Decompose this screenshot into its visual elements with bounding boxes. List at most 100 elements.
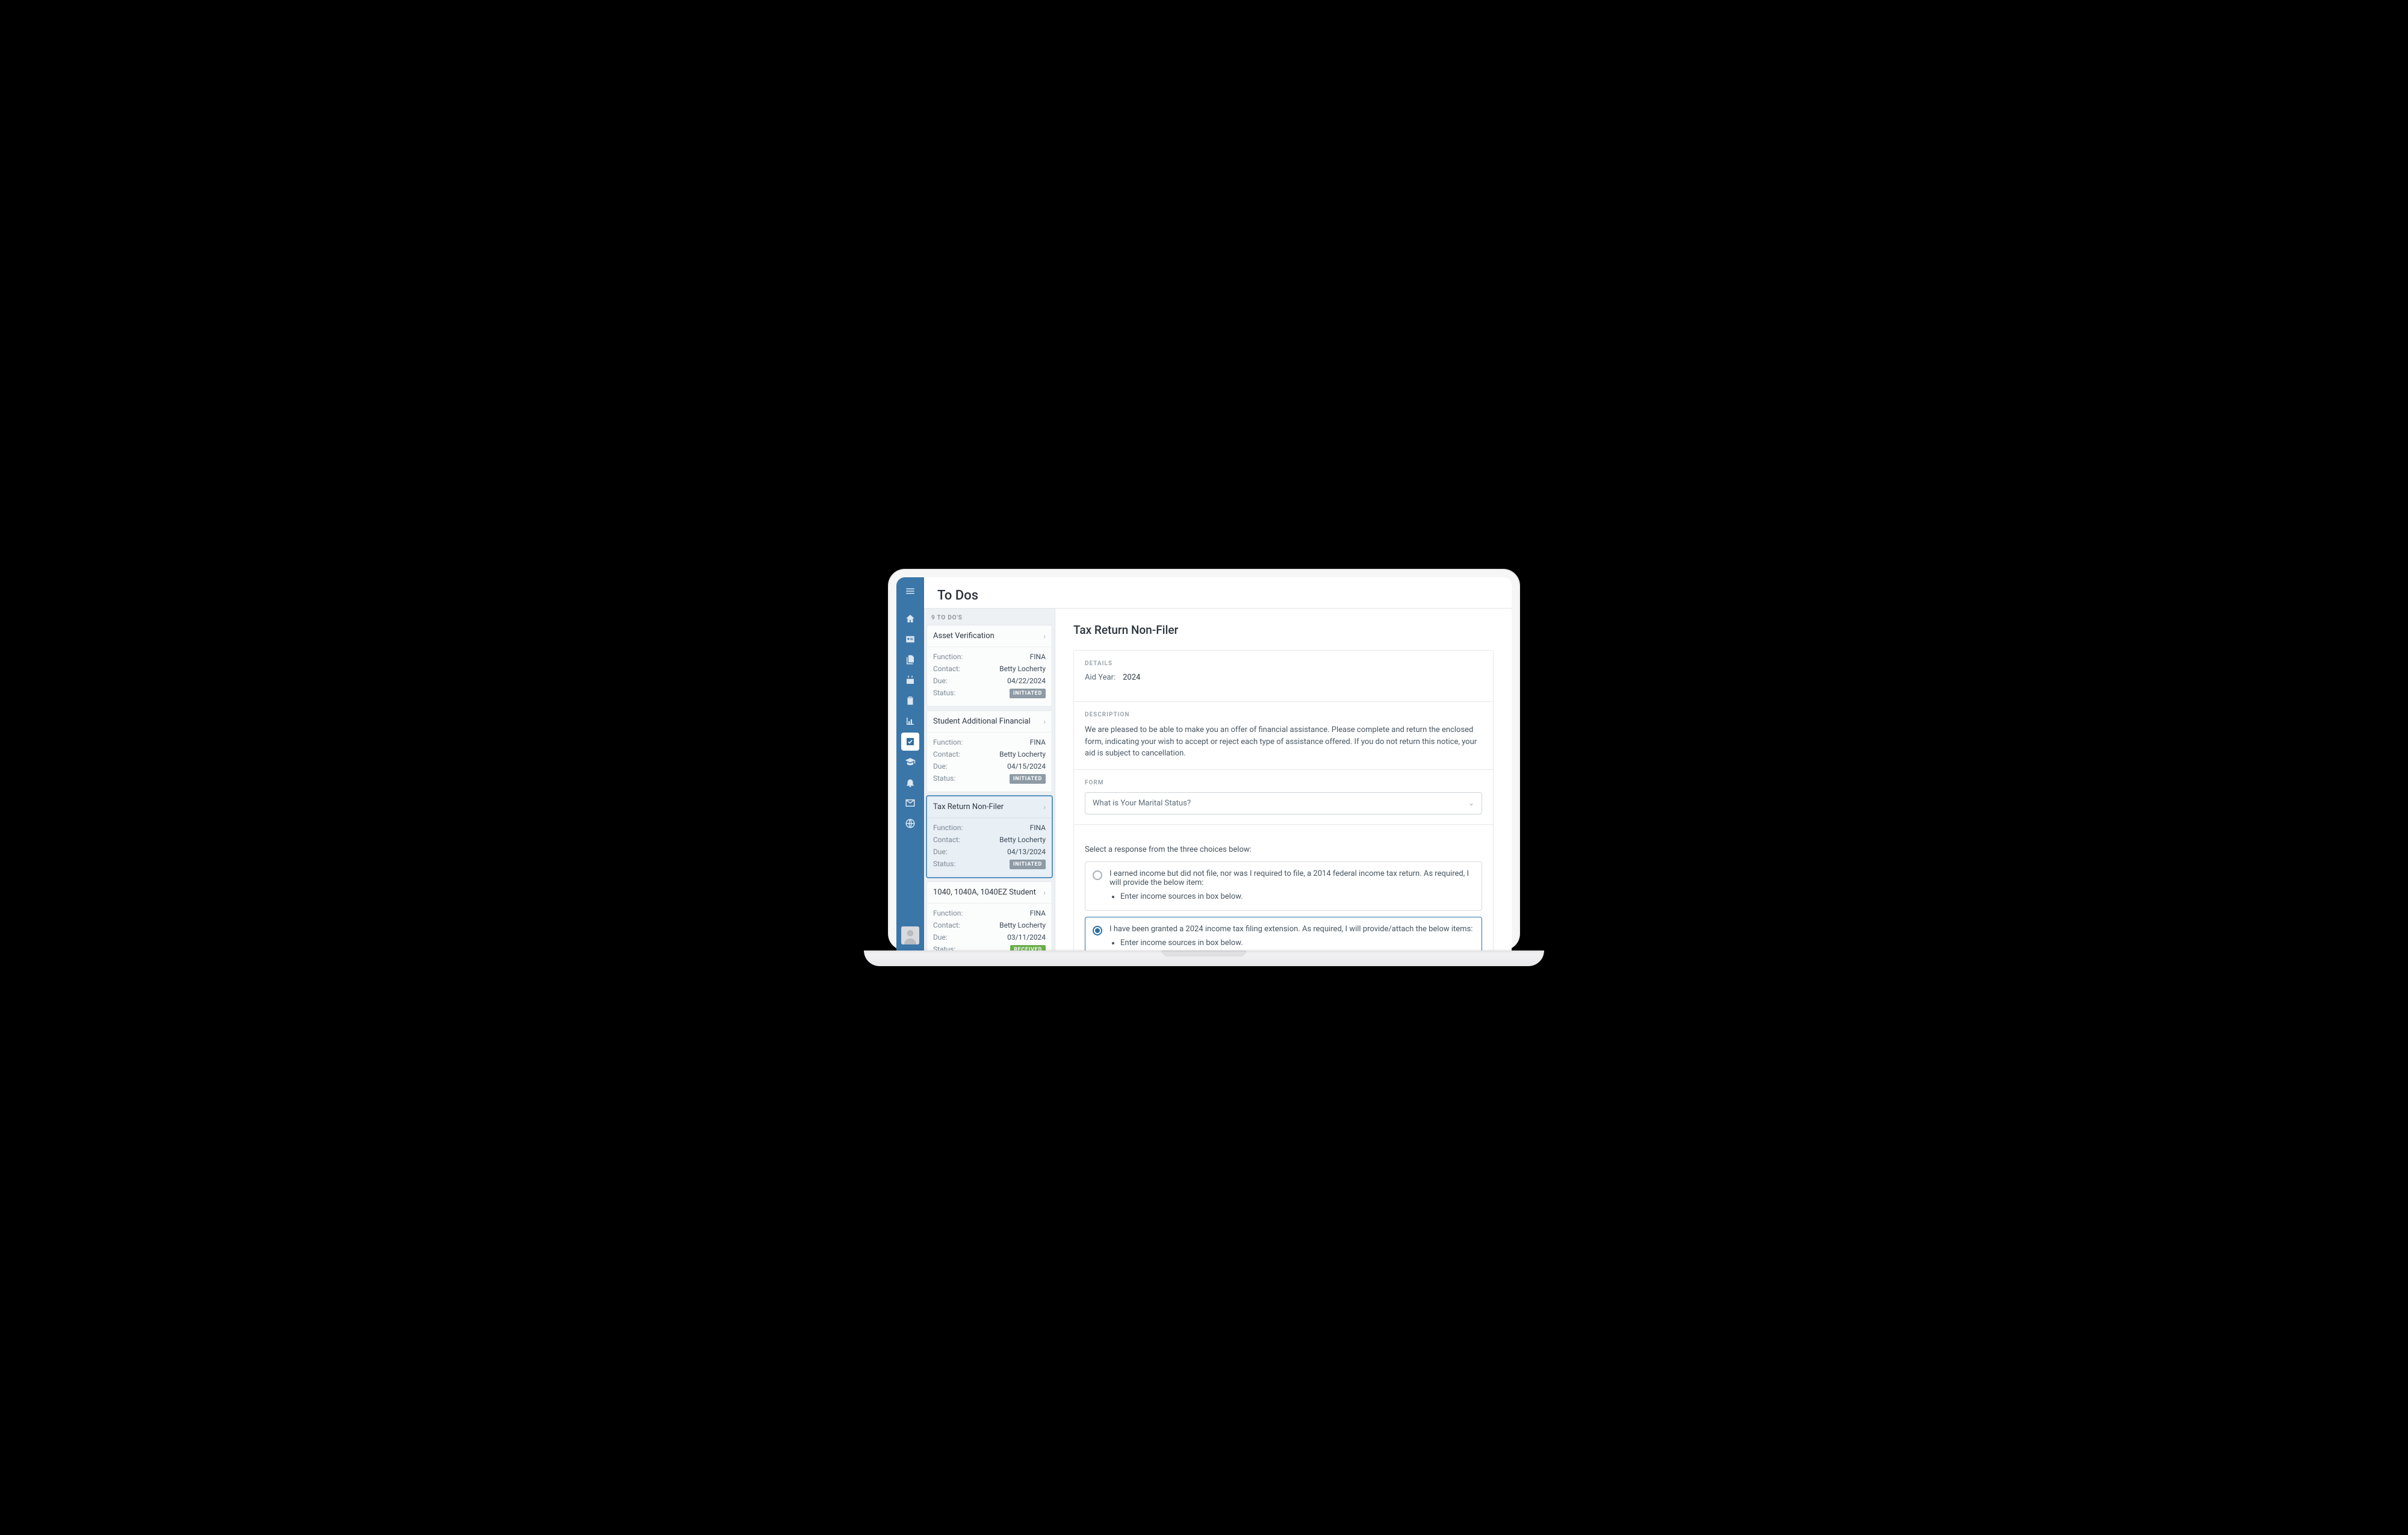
card-row: Contact:Betty Locherty: [933, 748, 1046, 760]
card-row: Contact:Betty Locherty: [933, 663, 1046, 675]
aid-year-value: 2024: [1123, 673, 1140, 682]
chevron-right-icon: ›: [1043, 888, 1046, 897]
bell-icon[interactable]: [901, 774, 919, 792]
globe-icon[interactable]: [901, 814, 919, 833]
value: 04/22/2024: [1007, 677, 1046, 685]
mail-icon[interactable]: [901, 794, 919, 812]
value: Betty Locherty: [999, 921, 1046, 929]
todo-card[interactable]: Asset Verification › Function:FINAContact:…: [926, 625, 1052, 707]
label: Due:: [933, 848, 948, 856]
status-badge: RECEIVED: [1010, 945, 1046, 950]
value: FINA: [1030, 738, 1046, 746]
detail-panel[interactable]: Tax Return Non-Filer DETAILS Aid Year: 2…: [1055, 609, 1512, 950]
card-body: Function:FINA Contact: Betty Locherty Due: 0…: [927, 904, 1052, 950]
checkbox-icon[interactable]: [901, 733, 919, 751]
detail-title: Tax Return Non-Filer: [1073, 623, 1494, 637]
chevron-right-icon: ›: [1043, 632, 1046, 640]
todo-card[interactable]: 1040, 1040A, 1040EZ Student › Function:FIN…: [926, 881, 1052, 950]
app-screen: To Dos 9 TO DO'S Asset Verification›Func…: [896, 577, 1512, 950]
label: Status:: [933, 860, 955, 869]
aid-year-label: Aid Year:: [1085, 673, 1116, 682]
label: Due:: [933, 677, 948, 685]
marital-status-select[interactable]: What is Your Marital Status? ⌄: [1085, 792, 1482, 814]
chevron-right-icon: ›: [1043, 803, 1046, 811]
select-placeholder: What is Your Marital Status?: [1093, 799, 1191, 808]
radio-icon[interactable]: [1093, 870, 1102, 880]
status-badge: INITIATED: [1010, 860, 1046, 869]
home-icon[interactable]: [901, 610, 919, 628]
option-bullets: Enter income sources in box below.: [1120, 891, 1473, 903]
value: Betty Locherty: [999, 836, 1046, 844]
value: Betty Locherty: [999, 750, 1046, 758]
value: 04/13/2024: [1007, 848, 1046, 856]
menu-icon[interactable]: [901, 582, 919, 600]
option-text: I earned income but did not file, nor wa…: [1109, 869, 1469, 887]
card-header[interactable]: Tax Return Non-Filer ›: [927, 796, 1052, 818]
response-option[interactable]: I have been granted a 2024 income tax fi…: [1085, 917, 1482, 950]
card-header[interactable]: Asset Verification ›: [927, 625, 1052, 647]
card-row: Function:FINA: [933, 822, 1046, 834]
card-body: Function:FINAContact:Betty Locherty Due: 0…: [927, 647, 1052, 706]
card-row: Due: 04/15/2024: [933, 760, 1046, 772]
todo-card[interactable]: Tax Return Non-Filer›Function:FINAContac…: [926, 796, 1052, 878]
label: Function:: [933, 738, 963, 746]
label: Contact:: [933, 836, 960, 844]
clipboard-icon[interactable]: [901, 692, 919, 710]
value: Betty Locherty: [999, 665, 1046, 673]
card-title: Asset Verification: [933, 631, 995, 640]
laptop-mock: To Dos 9 TO DO'S Asset Verification›Func…: [888, 569, 1520, 966]
page-title: To Dos: [937, 588, 1498, 603]
card-header[interactable]: Student Additional Financial›: [927, 711, 1052, 733]
card-row: Contact: Betty Locherty: [933, 919, 1046, 931]
card-title: 1040, 1040A, 1040EZ Student: [933, 888, 1036, 897]
value: FINA: [1030, 823, 1046, 832]
aid-year-row: Aid Year: 2024: [1085, 673, 1482, 692]
main: To Dos 9 TO DO'S Asset Verification›Func…: [924, 577, 1512, 950]
sidebar-nav: [896, 577, 924, 950]
label: Status:: [933, 774, 955, 784]
option-bullets: Enter income sources in box below.Attach…: [1120, 937, 1472, 950]
value: FINA: [1030, 653, 1046, 661]
avatar[interactable]: [901, 926, 919, 944]
value: 04/15/2024: [1007, 762, 1046, 771]
response-options: I earned income but did not file, nor wa…: [1085, 861, 1482, 951]
status-badge: INITIATED: [1010, 689, 1046, 698]
description-text: We are pleased to be able to make you an…: [1085, 724, 1482, 760]
card-row: Due: 04/13/2024: [933, 846, 1046, 858]
status-badge: INITIATED: [1010, 774, 1046, 784]
chart-icon[interactable]: [901, 712, 919, 730]
grad-cap-icon[interactable]: [901, 753, 919, 771]
todo-cards[interactable]: Asset Verification › Function: FINA Contact:…: [924, 625, 1055, 950]
card-row: Due: 04/22/2024: [933, 675, 1046, 687]
bullet: Enter income sources in box below.: [1120, 937, 1472, 949]
chevron-right-icon: ›: [1043, 718, 1046, 726]
files-icon[interactable]: [901, 651, 919, 669]
card-body: Function: FINA Contact:Betty Locherty Due: 0…: [927, 733, 1052, 792]
option-body: I earned income but did not file, nor wa…: [1109, 869, 1473, 903]
label: Due:: [933, 933, 948, 941]
details-label: DETAILS: [1085, 660, 1482, 667]
card-title: Tax Return Non-Filer: [933, 802, 1004, 811]
label: Status:: [933, 945, 955, 950]
card-body: Function:FINA Contact: Betty Locherty Due: 0…: [927, 818, 1052, 877]
label: Due:: [933, 762, 948, 771]
card-header[interactable]: 1040, 1040A, 1040EZ Student ›: [927, 882, 1052, 904]
calendar-icon[interactable]: [901, 671, 919, 689]
value: 03/11/2024: [1007, 933, 1046, 941]
card-row: Function:FINA: [933, 907, 1046, 919]
option-text: I have been granted a 2024 income tax fi…: [1109, 925, 1472, 934]
content: 9 TO DO'S Asset Verification›Function:FI…: [924, 608, 1512, 950]
label: Status:: [933, 689, 955, 698]
detail-section: DETAILS Aid Year: 2024 DESCRIPTION We ar…: [1073, 650, 1494, 950]
description-label: DESCRIPTION: [1085, 712, 1482, 718]
card-row: Function:FINA: [933, 651, 1046, 663]
radio-icon[interactable]: [1093, 926, 1102, 935]
card-row: Due: 03/11/2024: [933, 931, 1046, 943]
card-row: Function: FINA: [933, 736, 1046, 748]
response-option[interactable]: I earned income but did not file, nor wa…: [1085, 861, 1482, 911]
label: Contact:: [933, 921, 960, 929]
todo-card[interactable]: Student Additional Financial› Function: FI…: [926, 710, 1052, 792]
value: FINA: [1030, 909, 1046, 917]
id-card-icon[interactable]: [901, 630, 919, 648]
card-row: Contact: Betty Locherty: [933, 834, 1046, 846]
